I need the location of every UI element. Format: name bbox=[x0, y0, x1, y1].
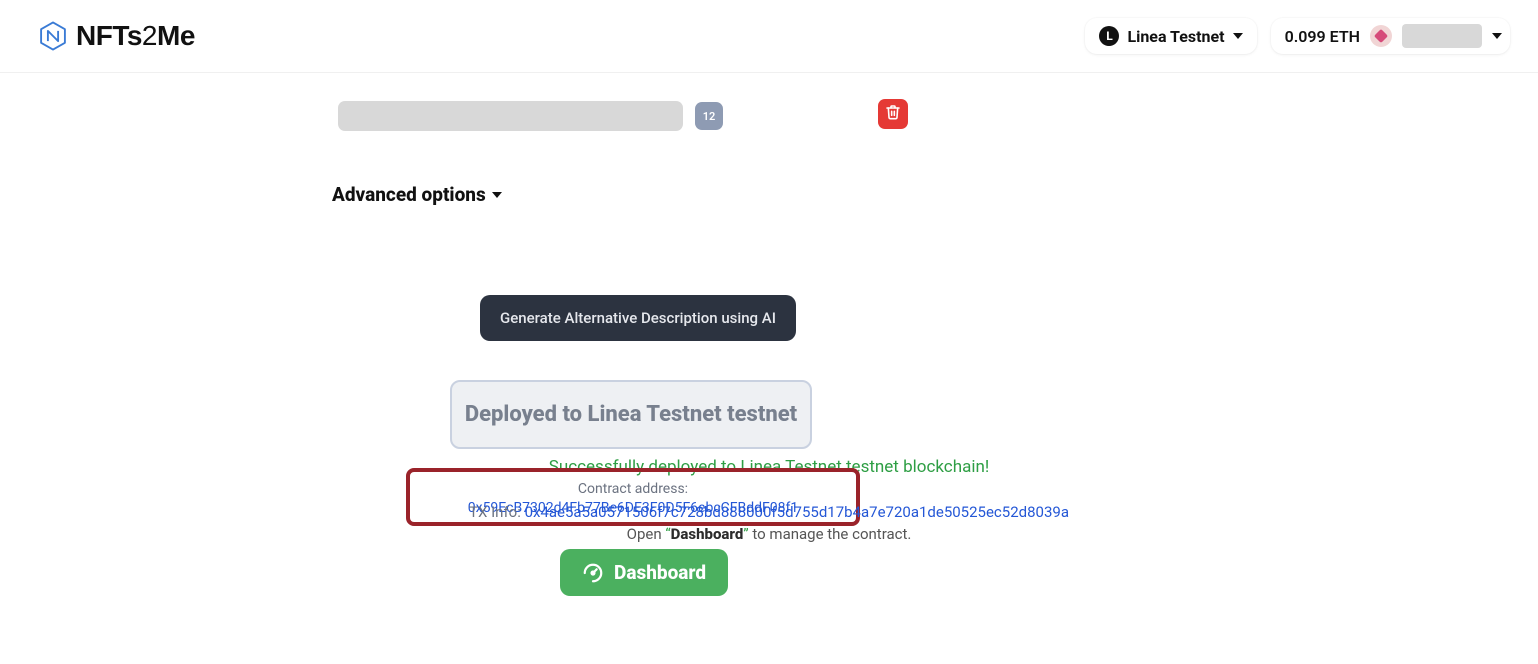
network-selector[interactable]: L Linea Testnet bbox=[1085, 18, 1256, 54]
deployed-status-box: Deployed to Linea Testnet testnet bbox=[450, 380, 812, 449]
dashboard-button[interactable]: Dashboard bbox=[560, 549, 728, 596]
input-row: 12 bbox=[338, 101, 918, 131]
open-dashboard-hint: Open “Dashboard” to manage the contract. bbox=[0, 525, 1538, 543]
advanced-options-label: Advanced options bbox=[332, 183, 486, 206]
open-dash-post: to manage the contract. bbox=[749, 525, 912, 543]
delete-button[interactable] bbox=[878, 99, 908, 129]
logo-text: NFTs2Me bbox=[76, 20, 195, 52]
count-badge[interactable]: 12 bbox=[695, 102, 723, 130]
trash-icon bbox=[885, 104, 901, 124]
name-input-redacted[interactable] bbox=[338, 101, 683, 131]
chevron-down-icon bbox=[492, 192, 502, 198]
tx-hash-link[interactable]: 0x4ae5a5a0571506f7c728bd888000f5d755d17b… bbox=[525, 503, 1069, 521]
wallet-address-redacted bbox=[1402, 24, 1482, 48]
app-header: NFTs2Me L Linea Testnet 0.099 ETH bbox=[0, 0, 1538, 73]
advanced-options-toggle[interactable]: Advanced options bbox=[332, 183, 502, 206]
chevron-down-icon bbox=[1233, 33, 1243, 39]
generate-ai-description-button[interactable]: Generate Alternative Description using A… bbox=[480, 295, 796, 341]
tx-info-label: TX Info: bbox=[469, 503, 525, 521]
wallet-selector[interactable]: 0.099 ETH bbox=[1271, 18, 1510, 54]
wallet-balance: 0.099 ETH bbox=[1285, 27, 1360, 46]
dashboard-button-label: Dashboard bbox=[614, 561, 706, 584]
gauge-icon bbox=[582, 562, 604, 584]
open-dash-pre: Open bbox=[627, 525, 666, 543]
logo-icon bbox=[36, 19, 70, 53]
logo[interactable]: NFTs2Me bbox=[36, 19, 195, 53]
tx-info-line: TX Info: 0x4ae5a5a0571506f7c728bd888000f… bbox=[0, 503, 1538, 521]
header-right: L Linea Testnet 0.099 ETH bbox=[1085, 18, 1510, 54]
wallet-icon bbox=[1370, 25, 1392, 47]
contract-address-label: Contract address: bbox=[578, 481, 688, 497]
dashboard-word: Dashboard bbox=[671, 525, 744, 543]
chevron-down-icon bbox=[1492, 33, 1502, 39]
network-icon: L bbox=[1099, 26, 1119, 46]
network-label: Linea Testnet bbox=[1127, 27, 1224, 46]
